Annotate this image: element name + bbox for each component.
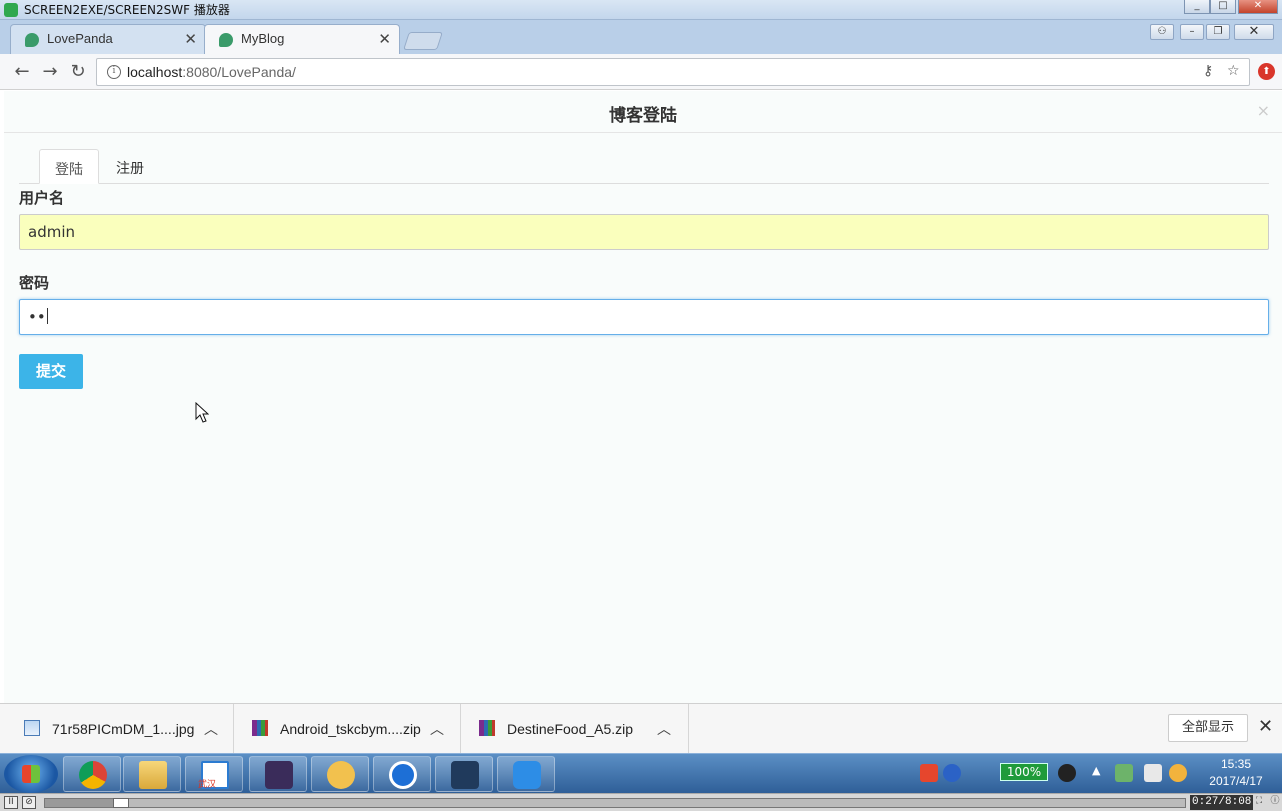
downloads-bar: 71r58PICmDM_1....jpg ︿ Android_tskcbym..…: [0, 703, 1282, 754]
progress-fill: [45, 799, 114, 807]
extension-icon[interactable]: ⬆: [1258, 63, 1275, 80]
new-tab-button[interactable]: [403, 32, 443, 50]
download-item[interactable]: 71r58PICmDM_1....jpg ︿: [0, 704, 234, 754]
window-restore-button[interactable]: ❐: [1206, 24, 1230, 40]
progress-track[interactable]: [44, 798, 1186, 808]
user-profile-icon[interactable]: ⚇: [1150, 24, 1174, 40]
design-code-text: 武汉: [198, 780, 217, 790]
close-downloads-icon[interactable]: ✕: [1258, 716, 1273, 737]
maximize-button[interactable]: □: [1210, 0, 1236, 14]
player-control-bar: II ⊘ 0:27/8:08 ⛶ ⓘ: [0, 793, 1282, 811]
w-app-icon[interactable]: [497, 756, 555, 792]
mute-icon[interactable]: ⊘: [22, 796, 36, 809]
download-item[interactable]: DestineFood_A5.zip ︿: [461, 704, 689, 754]
progress-thumb[interactable]: [113, 798, 130, 808]
zip-file-icon: [479, 720, 495, 736]
username-value: admin: [28, 223, 75, 241]
clock-date: 2017/4/17: [1209, 774, 1263, 788]
chevron-up-icon[interactable]: ︿: [204, 719, 218, 739]
show-all-button[interactable]: 全部显示: [1168, 714, 1248, 742]
tab-label: LovePanda: [47, 31, 113, 46]
key-icon[interactable]: ⚷: [1203, 63, 1213, 79]
taskbar: 武汉 100% ▲ 15:35 2017/4/17: [0, 753, 1282, 793]
username-label: 用户名: [19, 189, 65, 207]
download-name: Android_tskcbym....zip: [280, 721, 421, 737]
forward-icon[interactable]: →: [39, 61, 61, 83]
clock-time: 15:35: [1220, 757, 1252, 771]
info-icon[interactable]: i: [107, 65, 121, 79]
playback-time: 0:27/8:08: [1190, 795, 1254, 810]
browser-toolbar: ← → ↻ i localhost:8080/LovePanda/ ⚷ ☆ ⬆: [0, 54, 1282, 90]
explorer-icon[interactable]: [123, 756, 181, 792]
login-tabs: 登陆 注册: [19, 149, 1269, 184]
windows-icon: [22, 765, 40, 783]
password-value: ••: [28, 308, 46, 326]
yellow-app-icon[interactable]: [311, 756, 369, 792]
design-code-icon[interactable]: 武汉: [185, 756, 243, 792]
submit-button[interactable]: 提交: [19, 354, 83, 389]
modal-title: 博客登陆: [609, 106, 677, 126]
help-icon[interactable]: [943, 764, 961, 782]
site-favicon-icon: [219, 33, 233, 47]
page-content: 博客登陆 × 登陆 注册 用户名 admin 密码 •• 提交: [4, 91, 1282, 703]
player-logo-icon: [4, 3, 18, 17]
modal-close-icon[interactable]: ×: [1257, 101, 1270, 120]
download-item[interactable]: Android_tskcbym....zip ︿: [234, 704, 461, 754]
window-close-button[interactable]: ✕: [1234, 24, 1274, 40]
download-name: 71r58PICmDM_1....jpg: [52, 721, 195, 737]
address-bar[interactable]: i localhost:8080/LovePanda/ ⚷ ☆: [96, 58, 1250, 86]
username-input[interactable]: admin: [19, 214, 1269, 250]
mouse-cursor-icon: [195, 402, 209, 423]
site-favicon-icon: [25, 33, 39, 47]
tab-label: MyBlog: [241, 31, 285, 46]
url-path: :8080/LovePanda/: [182, 64, 296, 80]
screen: SCREEN2EXE/SCREEN2SWF 播放器 _ □ ✕ LovePand…: [0, 0, 1282, 811]
player-title-bar: SCREEN2EXE/SCREEN2SWF 播放器 _ □ ✕: [0, 0, 1282, 20]
sogou-icon[interactable]: [920, 764, 938, 782]
tab-close-icon[interactable]: ✕: [184, 30, 197, 48]
minimize-button[interactable]: _: [1184, 0, 1210, 14]
image-file-icon: [24, 720, 40, 736]
power-icon[interactable]: [1058, 764, 1076, 782]
password-label: 密码: [19, 274, 50, 292]
network-icon[interactable]: [1115, 764, 1133, 782]
tab-login[interactable]: 登陆: [39, 149, 99, 184]
browser-tab-strip: LovePanda ✕ MyBlog ✕ ⚇ – ❐ ✕: [0, 20, 1282, 54]
player-title: SCREEN2EXE/SCREEN2SWF 播放器: [24, 3, 230, 17]
chrome-icon[interactable]: [63, 756, 121, 792]
back-icon[interactable]: ←: [11, 61, 33, 83]
chevron-up-icon[interactable]: ︿: [657, 719, 671, 739]
download-name: DestineFood_A5.zip: [507, 721, 634, 737]
pause-icon[interactable]: II: [4, 796, 18, 809]
tab-register[interactable]: 注册: [101, 149, 159, 184]
info-icon[interactable]: ⓘ: [1268, 796, 1282, 809]
url-text: localhost:8080/LovePanda/: [127, 64, 296, 80]
start-button[interactable]: [4, 755, 58, 793]
chevron-up-icon[interactable]: ︿: [430, 719, 444, 739]
star-icon[interactable]: ☆: [1227, 63, 1240, 79]
reload-icon[interactable]: ↻: [67, 61, 89, 83]
zip-file-icon: [252, 720, 268, 736]
tab-myblog[interactable]: MyBlog ✕: [204, 24, 400, 54]
url-host: localhost: [127, 64, 183, 80]
window-minimize-button[interactable]: –: [1180, 24, 1204, 40]
close-button[interactable]: ✕: [1238, 0, 1278, 14]
qq-icon[interactable]: [1169, 764, 1187, 782]
fullscreen-icon[interactable]: ⛶: [1252, 796, 1266, 809]
tray-expand-icon[interactable]: ▲: [1092, 764, 1110, 782]
s-app-icon[interactable]: [435, 756, 493, 792]
battery-indicator[interactable]: 100%: [1000, 763, 1048, 781]
password-input[interactable]: ••: [19, 299, 1269, 335]
tab-lovepanda[interactable]: LovePanda ✕: [10, 24, 206, 54]
clock[interactable]: 15:35 2017/4/17: [1196, 756, 1276, 790]
tab-close-icon[interactable]: ✕: [378, 30, 391, 48]
java-ee-ide-icon[interactable]: [249, 756, 307, 792]
text-caret: [46, 308, 48, 324]
user-icon[interactable]: [1144, 764, 1162, 782]
teamviewer-icon[interactable]: [373, 756, 431, 792]
modal-header: 博客登陆 ×: [4, 91, 1282, 133]
